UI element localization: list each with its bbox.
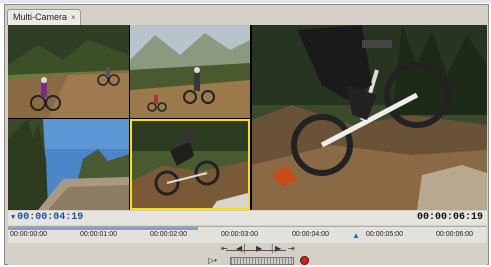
multi-camera-monitor	[8, 25, 487, 210]
tick-label: 00:00:03:00	[221, 231, 258, 238]
ruler-zoom-bar[interactable]	[8, 227, 198, 230]
time-ruler[interactable]: 00:00:00:00 00:00:01:00 00:00:02:00 00:0…	[8, 226, 487, 243]
timecode-bar: ▼ 00:00:04:19 00:00:06:19	[8, 211, 487, 225]
camera-1-preview[interactable]	[8, 25, 129, 118]
program-preview	[252, 25, 487, 210]
tick-label: 00:00:05:00	[366, 231, 403, 238]
playhead-icon[interactable]: ▲	[352, 231, 360, 240]
tab-label: Multi-Camera	[13, 12, 68, 22]
tab-multi-camera[interactable]: Multi-Camera ×	[7, 9, 81, 25]
multi-camera-panel: Multi-Camera × ▼ 00:00:04:19 00:00:06:19…	[4, 4, 489, 265]
shuttle-slider[interactable]	[226, 250, 286, 256]
current-timecode[interactable]: ▼ 00:00:04:19	[11, 212, 83, 223]
tick-label: 00:00:04:00	[292, 231, 329, 238]
loop-icon[interactable]: ▷•	[208, 256, 217, 265]
camera-4-preview-selected[interactable]	[130, 119, 250, 210]
tick-label: 00:00:01:00	[80, 231, 117, 238]
tab-bar: Multi-Camera ×	[5, 5, 488, 25]
jog-wheel[interactable]	[230, 257, 294, 265]
timecode-marker-icon: ▼	[11, 214, 16, 222]
tick-label: 00:00:02:00	[150, 231, 187, 238]
transport-controls: ⇤ ◀│ ▶ │▶ ⇥ ▷•	[8, 243, 487, 265]
record-icon[interactable]	[300, 256, 309, 265]
camera-3-preview[interactable]	[8, 119, 129, 210]
tick-label: 00:00:00:00	[10, 231, 47, 238]
duration-timecode: 00:00:06:19	[416, 212, 483, 223]
tick-label: 00:00:06:00	[436, 231, 473, 238]
goto-out-icon[interactable]: ⇥	[288, 244, 295, 253]
top-border	[0, 0, 491, 3]
camera-2-preview[interactable]	[130, 25, 250, 118]
close-icon[interactable]: ×	[71, 10, 76, 25]
